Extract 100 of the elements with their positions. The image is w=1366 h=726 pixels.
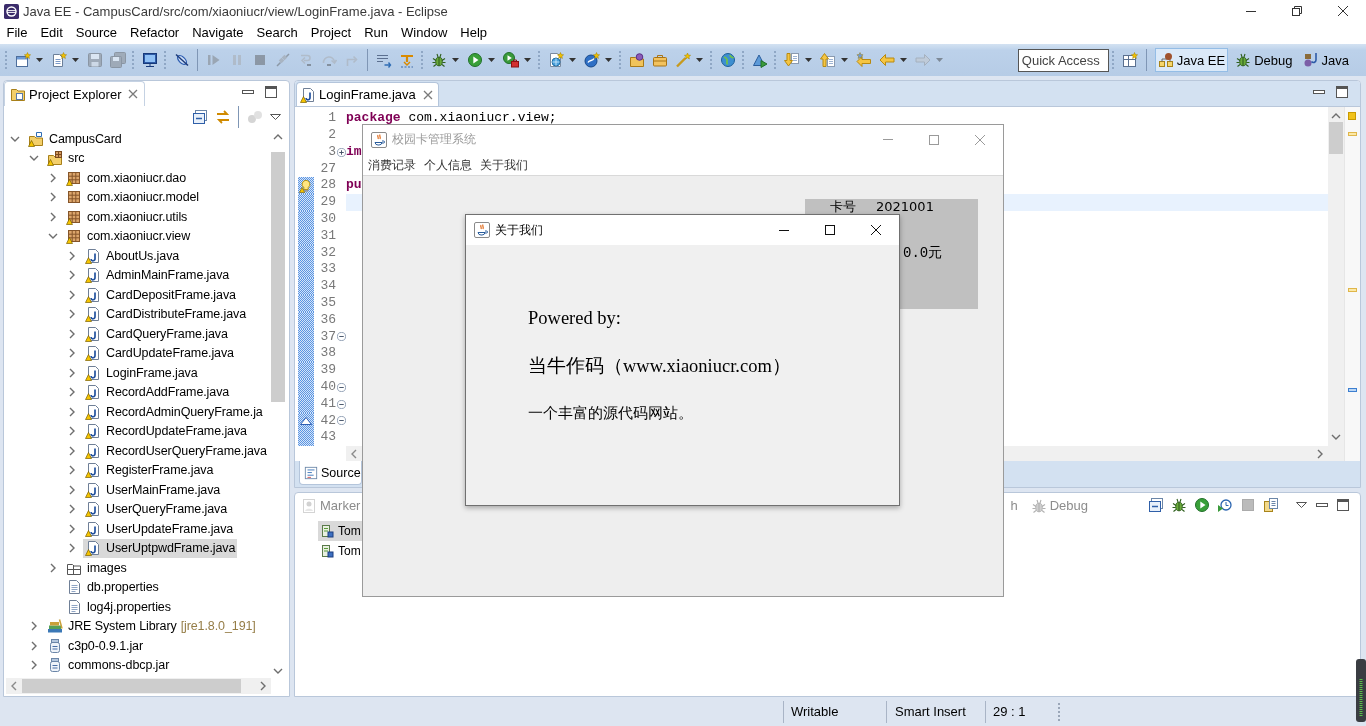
tree-item[interactable]: images: [64, 558, 129, 578]
fold-collapse-icon[interactable]: [336, 416, 346, 426]
tree-item[interactable]: log4j.properties: [64, 597, 173, 617]
scrollbar-thumb[interactable]: [1329, 122, 1343, 154]
new-servlet-icon[interactable]: [583, 52, 600, 68]
dropdown-caret-icon[interactable]: [72, 58, 79, 62]
tree-item[interactable]: RecordUserQueryFrame.java: [83, 441, 269, 461]
arrow-up-icon[interactable]: [819, 52, 836, 68]
collapse-all-icon[interactable]: [191, 109, 208, 125]
dropdown-caret-icon[interactable]: [696, 58, 703, 62]
new-file-icon[interactable]: [50, 52, 67, 68]
new-window-icon[interactable]: [14, 52, 31, 68]
chevron-right-icon[interactable]: [50, 211, 56, 222]
tree-item[interactable]: commons-dbcp.jar: [45, 655, 172, 675]
tree-item[interactable]: RecordAdminQueryFrame.ja: [83, 402, 265, 422]
chevron-right-icon[interactable]: [69, 543, 75, 554]
tree-item[interactable]: UserUptpwdFrame.java: [83, 538, 238, 558]
dropdown-caret-icon[interactable]: [36, 58, 43, 62]
chevron-right-icon[interactable]: [69, 387, 75, 398]
chevron-right-icon[interactable]: [69, 445, 75, 456]
menu-item[interactable]: 个人信息: [420, 155, 476, 174]
tree-item[interactable]: UserUpdateFrame.java: [83, 519, 236, 539]
launch-icon[interactable]: [751, 52, 768, 68]
menu-item[interactable]: Help: [453, 23, 494, 43]
fold-collapse-icon[interactable]: [336, 382, 346, 392]
dropdown-caret-icon[interactable]: [488, 58, 495, 62]
quick-access-field[interactable]: Quick Access: [1017, 48, 1109, 72]
close-icon[interactable]: [1338, 6, 1348, 16]
tree-item[interactable]: CardDistributeFrame.java: [83, 304, 248, 324]
horizontal-scrollbar[interactable]: [6, 678, 271, 694]
chevron-up-icon[interactable]: [1331, 113, 1341, 119]
chevron-right-icon[interactable]: [260, 681, 266, 691]
chevron-right-icon[interactable]: [69, 309, 75, 320]
menu-item[interactable]: 消费记录: [364, 155, 420, 174]
tree-item[interactable]: LoginFrame.java: [83, 363, 200, 383]
collapse-all-icon[interactable]: [1147, 497, 1164, 513]
panel-tab[interactable]: Marker: [298, 494, 364, 516]
maximize-icon[interactable]: [1336, 86, 1348, 98]
minimize-icon[interactable]: [1313, 90, 1325, 94]
perspective-button[interactable]: Debug: [1232, 48, 1296, 72]
view-menu-icon[interactable]: [270, 114, 281, 120]
tree-item[interactable]: CampusCard: [26, 129, 124, 149]
skip-breakpoints-icon[interactable]: [173, 52, 190, 68]
chevron-right-icon[interactable]: [69, 426, 75, 437]
minimize-icon[interactable]: [1246, 10, 1256, 12]
dropdown-caret-icon[interactable]: [805, 58, 812, 62]
chevron-right-icon[interactable]: [31, 640, 37, 651]
perspective-button[interactable]: Java EE: [1154, 48, 1229, 72]
new-server-icon[interactable]: [547, 52, 564, 68]
menu-item[interactable]: Edit: [33, 23, 70, 43]
menu-item[interactable]: File: [0, 23, 34, 43]
chevron-down-icon[interactable]: [1331, 434, 1341, 440]
tree-item[interactable]: CardDepositFrame.java: [83, 285, 238, 305]
menu-item[interactable]: Window: [394, 23, 454, 43]
run-icon[interactable]: [1193, 497, 1210, 513]
bug-icon[interactable]: [430, 52, 447, 68]
tree-item[interactable]: JRE System Library [jre1.8.0_191]: [45, 616, 258, 636]
chevron-right-icon[interactable]: [69, 250, 75, 261]
dropdown-caret-icon[interactable]: [841, 58, 848, 62]
chevron-right-icon[interactable]: [50, 562, 56, 573]
perspective-button[interactable]: Java: [1299, 48, 1352, 72]
tree-item[interactable]: AdminMainFrame.java: [83, 265, 232, 285]
table-star-icon[interactable]: [1121, 52, 1138, 68]
bug-icon[interactable]: [1170, 497, 1187, 513]
chevron-right-icon[interactable]: [1317, 448, 1323, 459]
menu-item[interactable]: Refactor: [123, 23, 186, 43]
stopwatch-icon[interactable]: [1216, 497, 1233, 513]
chevron-right-icon[interactable]: [69, 289, 75, 300]
tree-item[interactable]: com.xiaoniucr.utils: [64, 207, 190, 227]
run-icon[interactable]: [466, 52, 483, 68]
lines-arrow-icon[interactable]: [375, 52, 392, 68]
tree-item[interactable]: com.xiaoniucr.dao: [64, 168, 189, 188]
dropdown-caret-icon[interactable]: [524, 58, 531, 62]
menu-item[interactable]: Source: [69, 23, 124, 43]
fold-expand-icon[interactable]: [336, 147, 346, 157]
chevron-right-icon[interactable]: [69, 484, 75, 495]
minimize-icon[interactable]: [779, 229, 789, 231]
panel-tab[interactable]: Debug: [1027, 494, 1091, 516]
server-row[interactable]: Tom: [318, 521, 364, 541]
menu-item[interactable]: Search: [250, 23, 305, 43]
chevron-left-icon[interactable]: [351, 448, 357, 459]
scrollbar-thumb[interactable]: [271, 152, 285, 402]
tree-item[interactable]: src: [45, 148, 87, 168]
annotation-marker-icon[interactable]: [1348, 388, 1357, 392]
tree-item[interactable]: c3p0-0.9.1.jar: [45, 636, 146, 656]
chevron-right-icon[interactable]: [31, 660, 37, 671]
menu-item[interactable]: Project: [304, 23, 358, 43]
chevron-right-icon[interactable]: [69, 367, 75, 378]
chevron-right-icon[interactable]: [69, 270, 75, 281]
scrollbar-thumb[interactable]: [22, 679, 241, 693]
warning-marker-icon[interactable]: [1348, 132, 1357, 136]
tree-item[interactable]: UserQueryFrame.java: [83, 499, 230, 519]
panel-tab[interactable]: h: [1007, 494, 1021, 516]
chevron-right-icon[interactable]: [69, 504, 75, 515]
publish-icon[interactable]: [1262, 497, 1279, 513]
tree-item[interactable]: UserMainFrame.java: [83, 480, 223, 500]
chevron-right-icon[interactable]: [31, 621, 37, 632]
close-icon[interactable]: [871, 225, 881, 235]
minimize-icon[interactable]: [1316, 503, 1328, 507]
globe-icon[interactable]: [719, 52, 736, 68]
